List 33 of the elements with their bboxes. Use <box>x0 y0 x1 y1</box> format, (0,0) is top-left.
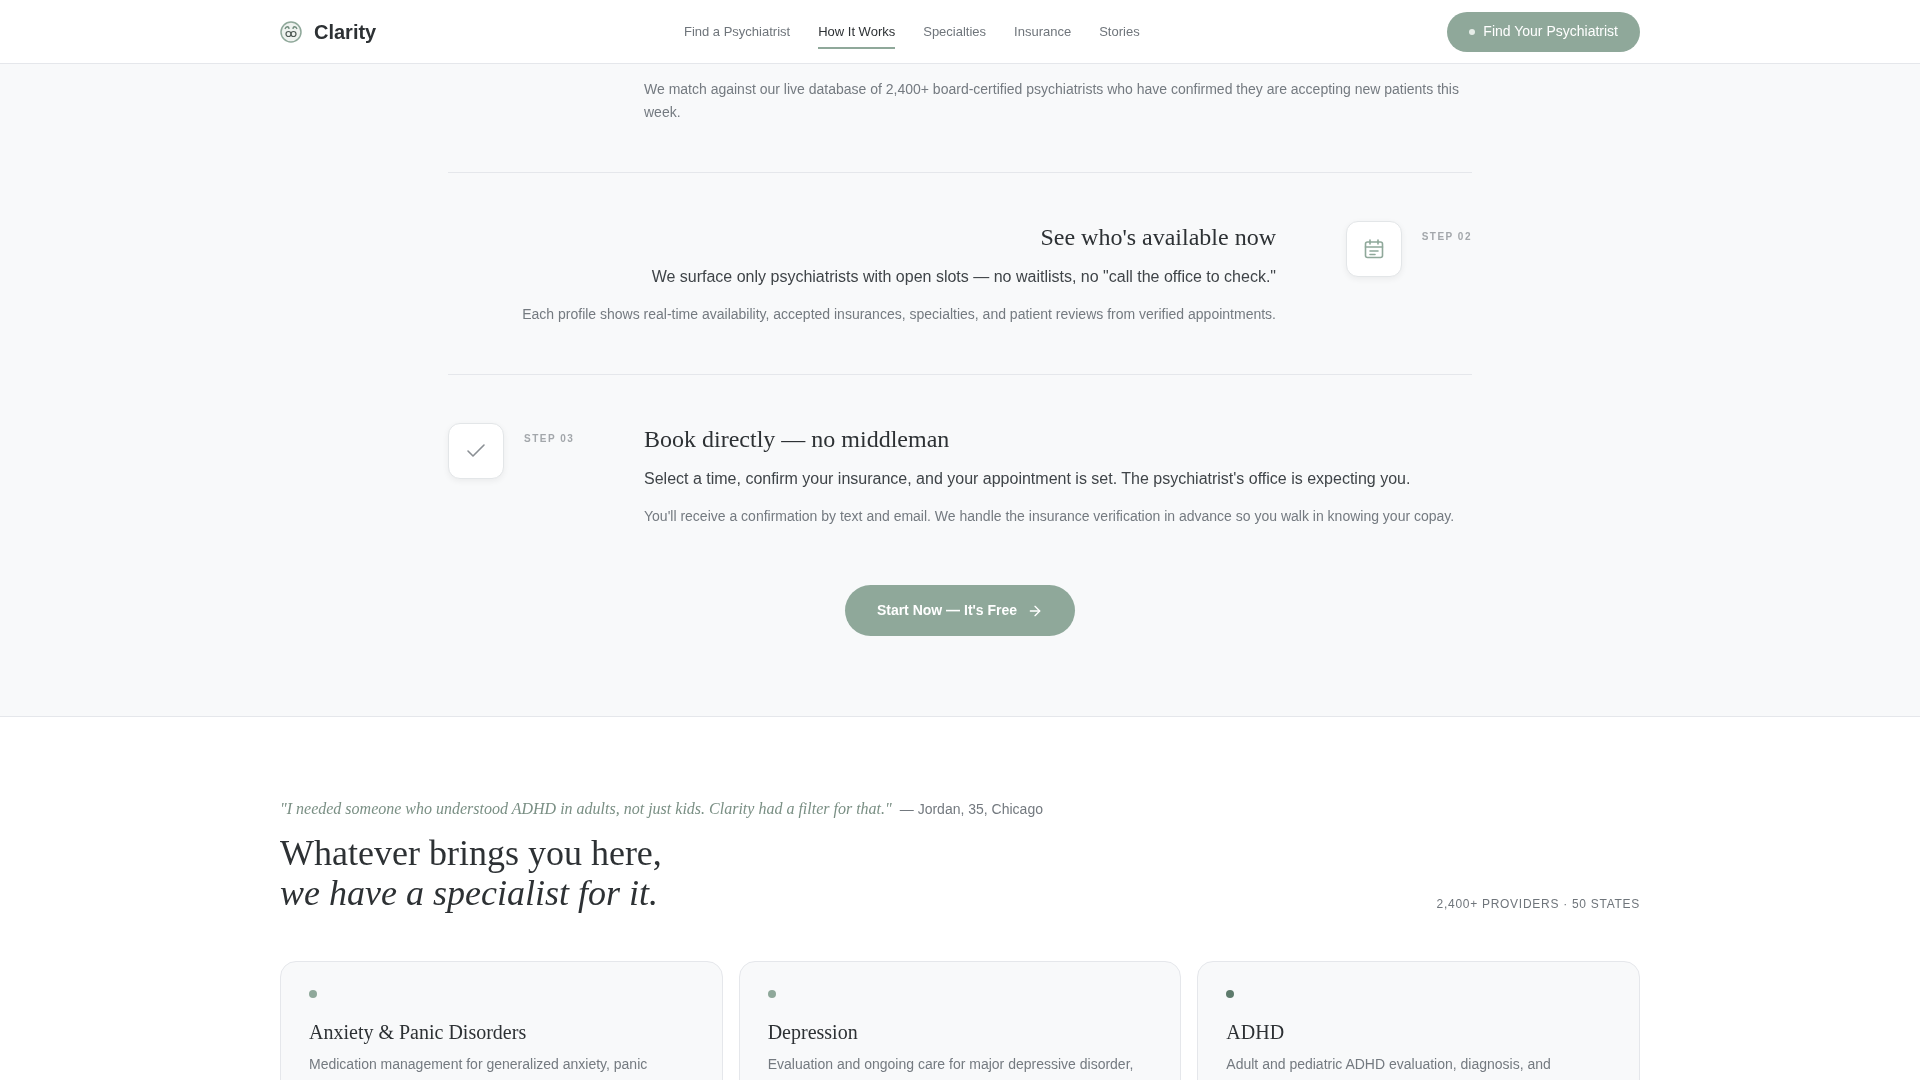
step-detail: You'll receive a confirmation by text and email. We handle the insurance verification in advance so you walk in knowing your copay. <box>644 507 1456 526</box>
nav-link[interactable]: Find a Psychiatrist <box>683 13 791 50</box>
nav-link[interactable]: Stories <box>1099 13 1140 50</box>
step-detail: Each profile shows real-time availability, accepted insurances, specialties, and patient reviews from verified appointments. <box>521 305 1276 324</box>
step-lead: We surface only psychiatrists with open slots — no waitlists, no "call the office to check." <box>650 267 1276 287</box>
section-heading: Whatever brings you here, we have a specialist for it. <box>280 833 663 913</box>
step-label: STEP 02 <box>1421 230 1472 244</box>
card-description: Evaluation and ongoing care for major depressive disorder, <box>767 1055 1135 1074</box>
specialty-card[interactable]: Anxiety & Panic Disorders Medication management for generalized anxiety, panic <box>280 961 723 1080</box>
testimonial-author: — Jordan, 35, Chicago <box>899 800 1043 819</box>
logo-icon <box>280 20 302 43</box>
step-lead: Select a time, confirm your insurance, and your appointment is set. The psychiatrist's office is expecting you. <box>644 469 1412 489</box>
nav-link[interactable]: Insurance <box>1014 13 1072 50</box>
specialty-card[interactable]: ADHD Adult and pediatric ADHD evaluation, diagnosis, and <box>1197 961 1640 1080</box>
find-psychiatrist-button[interactable]: Find Your Psychiatrist <box>1447 11 1640 52</box>
card-title: Depression <box>767 1020 859 1046</box>
card-description: Medication management for generalized anxiety, panic <box>309 1055 649 1074</box>
step-detail: We match against our live database of 2,400+ board-certified psychiatrists who have confirmed they are accepting new patients this week. <box>644 80 1460 122</box>
testimonial-quote: "I needed someone who understood ADHD in adults, not just kids. Clarity had a filter for that." <box>280 799 892 820</box>
step-title: See who's available now <box>1039 223 1276 252</box>
step-label: STEP 03 <box>524 432 575 446</box>
check-icon <box>448 423 504 479</box>
start-now-button[interactable]: Start Now — It's Free <box>844 585 1076 636</box>
card-description: Adult and pediatric ADHD evaluation, diagnosis, and <box>1226 1055 1552 1074</box>
brand-name: Clarity <box>314 19 377 45</box>
step-title: Book directly — no middleman <box>644 425 951 454</box>
provider-stats: 2,400+ PROVIDERS · 50 STATES <box>1436 896 1640 912</box>
nav-link[interactable]: Specialties <box>923 13 987 50</box>
nav-link[interactable]: How It Works <box>818 13 896 50</box>
card-title: Anxiety & Panic Disorders <box>309 1020 528 1046</box>
specialty-card[interactable]: Depression Evaluation and ongoing care for major depressive disorder, <box>738 961 1182 1080</box>
card-title: ADHD <box>1226 1020 1286 1045</box>
calendar-icon <box>1345 221 1402 277</box>
